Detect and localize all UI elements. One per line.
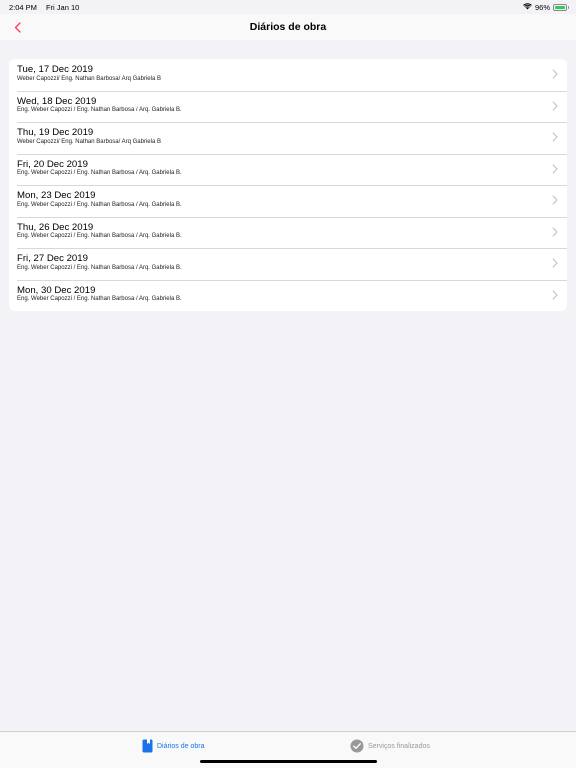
entry-team: Eng. Weber Capozzi / Eng. Nathan Barbosa… <box>17 107 182 113</box>
diary-entry-list: Tue, 17 Dec 2019 Weber Capozzi/ Eng. Nath… <box>9 59 567 311</box>
battery-icon <box>553 3 569 11</box>
entry-team: Weber Capozzi/ Eng. Nathan Barbosa/ Arq … <box>17 138 161 145</box>
chevron-left-icon <box>14 21 21 33</box>
entry-date: Mon, 23 Dec 2019 <box>17 190 96 201</box>
status-time: 2:04 PM <box>9 2 37 12</box>
home-indicator <box>200 760 377 763</box>
list-item[interactable]: Wed, 18 Dec 2019 Eng. Weber Capozzi / Eng… <box>9 90 567 123</box>
entry-team: Eng. Weber Capozzi / Eng. Nathan Barbosa… <box>17 170 182 176</box>
entry-team: Eng. Weber Capozzi / Eng. Nathan Barbosa… <box>17 201 182 208</box>
entry-date: Thu, 26 Dec 2019 <box>17 221 94 233</box>
list-item[interactable]: Thu, 26 Dec 2019 Eng. Weber Capozzi / Eng… <box>9 216 567 249</box>
navigation-bar: Diários de obra <box>0 14 576 40</box>
status-bar: 2:04 PM Fri Jan 10 96% <box>0 0 576 14</box>
chevron-right-icon <box>552 132 558 142</box>
list-item[interactable]: Tue, 17 Dec 2019 Weber Capozzi/ Eng. Nath… <box>9 59 567 91</box>
chevron-right-icon <box>552 226 558 237</box>
tab-label: Serviços finalizados <box>368 742 430 750</box>
battery-percent: 96% <box>534 2 550 12</box>
tab-diarios-de-obra[interactable]: Diários de obra <box>142 739 204 753</box>
list-item[interactable]: Fri, 20 Dec 2019 Eng. Weber Capozzi / Eng… <box>9 153 567 186</box>
entry-team: Eng. Weber Capozzi / Eng. Nathan Barbosa… <box>17 233 182 239</box>
checkmark-circle-icon <box>350 739 364 753</box>
tab-servicos-finalizados[interactable]: Serviços finalizados <box>350 739 430 753</box>
list-item[interactable]: Fri, 27 Dec 2019 Eng. Weber Capozzi / Eng… <box>9 248 567 280</box>
chevron-right-icon <box>552 163 558 174</box>
entry-date: Fri, 27 Dec 2019 <box>17 253 88 264</box>
status-date: Fri Jan 10 <box>45 2 80 12</box>
chevron-right-icon <box>552 69 558 79</box>
entry-date: Tue, 17 Dec 2019 <box>17 64 93 75</box>
entry-date: Fri, 20 Dec 2019 <box>17 158 88 170</box>
wifi-icon <box>523 2 532 12</box>
list-item[interactable]: Mon, 23 Dec 2019 Eng. Weber Capozzi / Eng… <box>9 185 567 217</box>
back-button[interactable] <box>10 20 24 34</box>
list-item[interactable]: Mon, 30 Dec 2019 Eng. Weber Capozzi / Eng… <box>9 279 567 312</box>
book-icon <box>142 739 153 753</box>
entry-team: Eng. Weber Capozzi / Eng. Nathan Barbosa… <box>17 264 182 271</box>
entry-date: Wed, 18 Dec 2019 <box>17 95 97 107</box>
entry-team: Weber Capozzi/ Eng. Nathan Barbosa/ Arq … <box>17 75 161 82</box>
entry-date: Thu, 19 Dec 2019 <box>17 127 94 138</box>
chevron-right-icon <box>552 258 558 268</box>
page-title: Diários de obra <box>249 21 327 33</box>
chevron-right-icon <box>552 195 558 205</box>
entry-team: Eng. Weber Capozzi / Eng. Nathan Barbosa… <box>17 296 182 302</box>
chevron-right-icon <box>552 289 558 300</box>
tab-label: Diários de obra <box>157 742 205 750</box>
entry-date: Mon, 30 Dec 2019 <box>17 284 96 296</box>
chevron-right-icon <box>552 100 558 111</box>
list-item[interactable]: Thu, 19 Dec 2019 Weber Capozzi/ Eng. Nath… <box>9 122 567 154</box>
